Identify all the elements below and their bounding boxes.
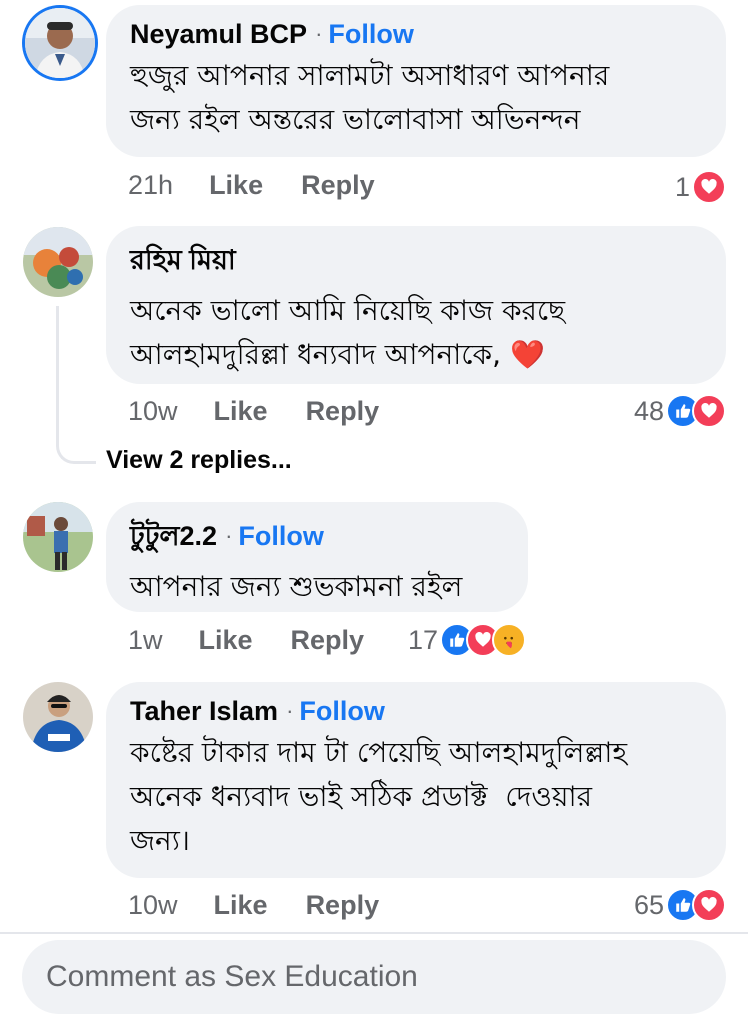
reaction-summary[interactable]: 65 xyxy=(634,888,726,922)
heart-icon xyxy=(692,170,726,204)
comment-author-row: Taher Islam · Follow xyxy=(130,696,702,727)
separator-dot: · xyxy=(286,698,294,723)
comment-author-name[interactable]: টুটুল2.2 xyxy=(130,516,217,561)
comment-meta: 1w Like Reply xyxy=(128,625,364,656)
follow-button[interactable]: Follow xyxy=(238,521,323,552)
view-replies-link[interactable]: View 2 replies... xyxy=(106,446,292,475)
comment-timestamp[interactable]: 21h xyxy=(128,170,173,201)
comment-meta: 10w Like Reply xyxy=(128,396,379,427)
comment-author-row: রহিম মিয়া xyxy=(130,240,702,285)
comment-author-name[interactable]: রহিম মিয়া xyxy=(130,240,236,285)
like-button[interactable]: Like xyxy=(209,170,263,201)
avatar[interactable] xyxy=(25,8,95,78)
comment-bubble: Neyamul BCP · Follow হুজুর আপনার সালামটা… xyxy=(106,5,726,157)
comment-bubble: রহিম মিয়া অনেক ভালো আমি নিয়েছি কাজ করছ… xyxy=(106,226,726,384)
comment-text: আপনার জন্য শুভকামনা রইল xyxy=(130,570,463,603)
reaction-count: 48 xyxy=(633,395,664,426)
reply-button[interactable]: Reply xyxy=(301,170,375,201)
avatar[interactable] xyxy=(23,227,93,297)
reaction-summary[interactable]: 1 xyxy=(675,170,726,204)
comment-timestamp[interactable]: 1w xyxy=(128,625,163,656)
comment-input-placeholder: Comment as Sex Education xyxy=(46,960,418,993)
care-icon xyxy=(492,623,527,657)
comment-bubble: টুটুল2.2 · Follow আপনার জন্য শুভকামনা রই… xyxy=(106,502,528,612)
heart-icon xyxy=(692,888,726,922)
comment-author-row: Neyamul BCP · Follow xyxy=(130,19,702,50)
heart-icon xyxy=(692,394,726,428)
reaction-count: 17 xyxy=(408,624,439,655)
reply-thread-line xyxy=(56,306,96,464)
follow-button[interactable]: Follow xyxy=(299,696,384,727)
comment-text: হুজুর আপনার সালামটা অসাধারণ আপনার জন্য র… xyxy=(130,59,610,136)
comment-author-name[interactable]: Neyamul BCP xyxy=(130,19,307,50)
comment-author-row: টুটুল2.2 · Follow xyxy=(130,516,504,561)
reaction-count: 65 xyxy=(633,889,664,920)
reply-button[interactable]: Reply xyxy=(291,625,365,656)
comment-author-name[interactable]: Taher Islam xyxy=(130,696,278,727)
composer-divider xyxy=(0,932,748,934)
reaction-summary[interactable]: 17 xyxy=(408,623,527,657)
like-button[interactable]: Like xyxy=(199,625,253,656)
avatar[interactable] xyxy=(23,502,93,572)
like-button[interactable]: Like xyxy=(214,890,268,921)
comment-bubble: Taher Islam · Follow কষ্টের টাকার দাম টা… xyxy=(106,682,726,878)
separator-dot: · xyxy=(225,523,233,548)
avatar[interactable] xyxy=(23,682,93,752)
like-button[interactable]: Like xyxy=(214,396,268,427)
comment-input[interactable]: Comment as Sex Education xyxy=(22,940,726,1014)
comment-timestamp[interactable]: 10w xyxy=(128,396,178,427)
comment-meta: 10w Like Reply xyxy=(128,890,379,921)
reply-button[interactable]: Reply xyxy=(306,396,380,427)
comment-timestamp[interactable]: 10w xyxy=(128,890,178,921)
follow-button[interactable]: Follow xyxy=(328,19,413,50)
comment-meta: 21h Like Reply xyxy=(128,170,375,201)
reply-button[interactable]: Reply xyxy=(306,890,380,921)
reaction-count: 1 xyxy=(674,171,690,202)
comment-text: কষ্টের টাকার দাম টা পেয়েছি আলহামদুলিল্ল… xyxy=(130,736,628,857)
comment-text: অনেক ভালো আমি নিয়েছি কাজ করছে আলহামদুরি… xyxy=(130,294,566,371)
separator-dot: · xyxy=(315,21,323,46)
reaction-summary[interactable]: 48 xyxy=(634,394,726,428)
